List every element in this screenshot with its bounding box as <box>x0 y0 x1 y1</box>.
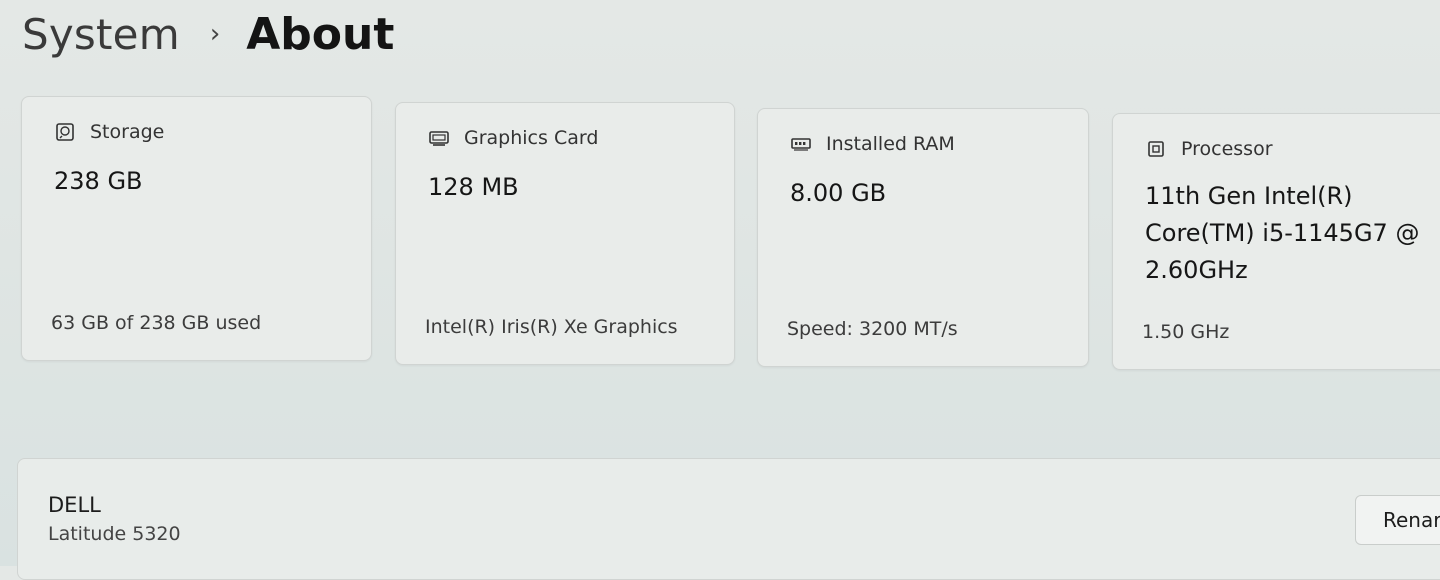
storage-value: 238 GB <box>54 167 143 195</box>
ram-icon <box>790 133 812 155</box>
storage-card-title: Storage <box>90 121 165 143</box>
processor-card[interactable]: Processor 11th Gen Intel(R) Core(TM) i5-… <box>1112 113 1440 370</box>
installed-ram-header: Installed RAM <box>790 133 955 155</box>
storage-card-header: Storage <box>54 121 164 143</box>
breadcrumb-chevron-icon: › <box>209 19 221 49</box>
breadcrumb-system-link[interactable]: System <box>22 10 180 59</box>
installed-ram-card[interactable]: Installed RAM 8.00 GB Speed: 3200 MT/s <box>757 108 1089 367</box>
processor-header: Processor <box>1145 138 1273 160</box>
ram-speed-detail: Speed: 3200 MT/s <box>787 318 958 340</box>
graphics-card-icon <box>428 127 450 149</box>
storage-icon <box>54 121 76 143</box>
installed-ram-value: 8.00 GB <box>790 179 887 207</box>
graphics-card-title: Graphics Card <box>464 127 599 149</box>
device-model: Latitude 5320 <box>48 523 181 545</box>
graphics-card-card[interactable]: Graphics Card 128 MB Intel(R) Iris(R) Xe… <box>395 102 735 365</box>
rename-pc-button[interactable]: Renar <box>1355 495 1440 545</box>
processor-model-value: 11th Gen Intel(R) Core(TM) i5-1145G7 @ 2… <box>1145 182 1420 284</box>
storage-card[interactable]: Storage 238 GB 63 GB of 238 GB used <box>21 96 372 361</box>
storage-usage-detail: 63 GB of 238 GB used <box>51 312 262 334</box>
processor-speed-detail: 1.50 GHz <box>1142 321 1230 343</box>
processor-icon <box>1145 138 1167 160</box>
graphics-card-header: Graphics Card <box>428 127 598 149</box>
device-manufacturer: DELL <box>48 493 101 517</box>
graphics-memory-value: 128 MB <box>428 173 519 201</box>
device-name-card: DELL Latitude 5320 Renar <box>17 458 1440 580</box>
installed-ram-title: Installed RAM <box>826 133 955 155</box>
processor-title: Processor <box>1181 138 1273 160</box>
page-title: About <box>246 8 395 60</box>
breadcrumb: System › About <box>22 4 394 64</box>
graphics-card-name: Intel(R) Iris(R) Xe Graphics <box>425 316 678 338</box>
